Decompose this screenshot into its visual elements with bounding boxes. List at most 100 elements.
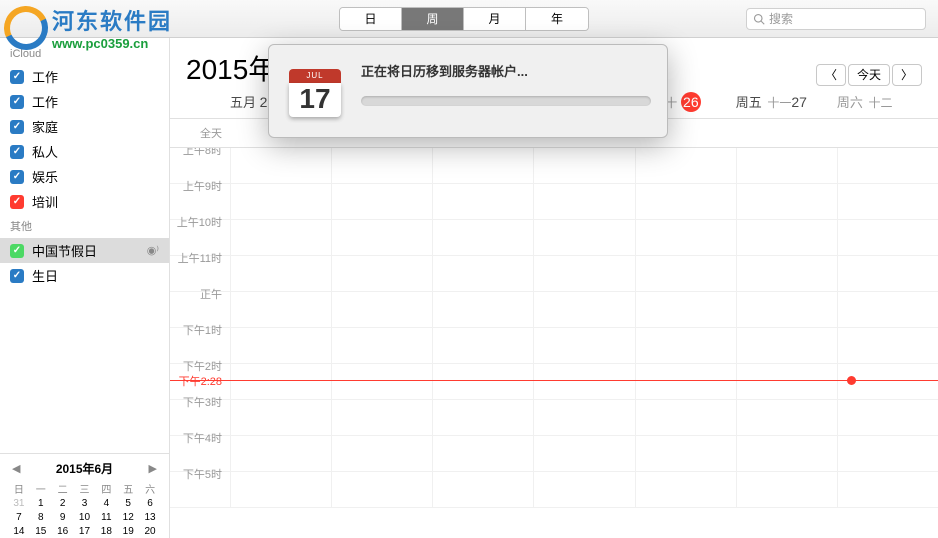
grid-cell[interactable] — [635, 148, 736, 183]
grid-cell[interactable] — [736, 328, 837, 363]
grid-cell[interactable] — [533, 220, 634, 255]
grid-cell[interactable] — [837, 400, 938, 435]
mini-prev-button[interactable]: ◀ — [8, 462, 24, 475]
mini-day[interactable]: 3 — [74, 497, 96, 510]
grid-cell[interactable] — [837, 148, 938, 183]
search-input[interactable]: 搜索 — [746, 8, 926, 30]
grid-cell[interactable] — [736, 292, 837, 327]
calendar-item[interactable]: ✓家庭 — [0, 114, 169, 139]
mini-day[interactable]: 13 — [139, 511, 161, 524]
grid-cell[interactable] — [736, 364, 837, 399]
grid-cell[interactable] — [331, 220, 432, 255]
week-grid[interactable]: 上午8时上午9时上午10时上午11时正午下午1时下午2时下午3时下午4时下午5时… — [170, 148, 938, 538]
grid-cell[interactable] — [837, 256, 938, 291]
grid-cell[interactable] — [837, 436, 938, 471]
mini-day[interactable]: 19 — [117, 525, 139, 538]
grid-cell[interactable] — [331, 364, 432, 399]
grid-cell[interactable] — [736, 184, 837, 219]
grid-cell[interactable] — [331, 328, 432, 363]
grid-cell[interactable] — [533, 328, 634, 363]
checkbox-icon[interactable]: ✓ — [10, 269, 24, 283]
grid-cell[interactable] — [230, 436, 331, 471]
mini-day[interactable]: 6 — [139, 497, 161, 510]
grid-cell[interactable] — [635, 400, 736, 435]
mini-day[interactable]: 5 — [117, 497, 139, 510]
mini-day[interactable]: 1 — [30, 497, 52, 510]
next-week-button[interactable]: 〉 — [892, 64, 922, 86]
checkbox-icon[interactable]: ✓ — [10, 120, 24, 134]
view-month-button[interactable]: 月 — [464, 8, 526, 30]
grid-cell[interactable] — [736, 256, 837, 291]
calendar-item[interactable]: ✓中国节假日◉⁾ — [0, 238, 169, 263]
mini-day[interactable]: 4 — [95, 497, 117, 510]
grid-cell[interactable] — [635, 256, 736, 291]
mini-day[interactable]: 20 — [139, 525, 161, 538]
grid-cell[interactable] — [230, 400, 331, 435]
grid-cell[interactable] — [533, 400, 634, 435]
grid-cell[interactable] — [736, 148, 837, 183]
grid-cell[interactable] — [230, 292, 331, 327]
grid-cell[interactable] — [736, 400, 837, 435]
mini-day[interactable]: 9 — [52, 511, 74, 524]
view-day-button[interactable]: 日 — [340, 8, 402, 30]
grid-cell[interactable] — [533, 184, 634, 219]
grid-cell[interactable] — [837, 472, 938, 507]
grid-cell[interactable] — [837, 292, 938, 327]
grid-cell[interactable] — [331, 292, 432, 327]
grid-cell[interactable] — [432, 364, 533, 399]
mini-day[interactable]: 18 — [95, 525, 117, 538]
mini-day[interactable]: 11 — [95, 511, 117, 524]
grid-cell[interactable] — [432, 436, 533, 471]
mini-day[interactable]: 7 — [8, 511, 30, 524]
grid-cell[interactable] — [432, 328, 533, 363]
mini-day[interactable]: 16 — [52, 525, 74, 538]
grid-cell[interactable] — [533, 256, 634, 291]
mini-day[interactable]: 17 — [74, 525, 96, 538]
checkbox-icon[interactable]: ✓ — [10, 244, 24, 258]
grid-cell[interactable] — [533, 364, 634, 399]
grid-cell[interactable] — [635, 184, 736, 219]
grid-cell[interactable] — [736, 220, 837, 255]
grid-cell[interactable] — [533, 436, 634, 471]
checkbox-icon[interactable]: ✓ — [10, 145, 24, 159]
prev-week-button[interactable]: 〈 — [816, 64, 846, 86]
grid-cell[interactable] — [230, 220, 331, 255]
grid-cell[interactable] — [432, 184, 533, 219]
grid-cell[interactable] — [230, 364, 331, 399]
grid-cell[interactable] — [331, 184, 432, 219]
grid-cell[interactable] — [432, 148, 533, 183]
grid-cell[interactable] — [331, 472, 432, 507]
grid-cell[interactable] — [635, 292, 736, 327]
calendar-item[interactable]: ✓娱乐 — [0, 164, 169, 189]
checkbox-icon[interactable]: ✓ — [10, 195, 24, 209]
view-week-button[interactable]: 周 — [402, 8, 464, 30]
mini-day[interactable]: 31 — [8, 497, 30, 510]
grid-cell[interactable] — [230, 472, 331, 507]
mini-day[interactable]: 10 — [74, 511, 96, 524]
grid-cell[interactable] — [432, 472, 533, 507]
grid-cell[interactable] — [736, 436, 837, 471]
calendar-item[interactable]: ✓培训 — [0, 189, 169, 214]
today-button[interactable]: 今天 — [848, 64, 890, 86]
grid-cell[interactable] — [837, 220, 938, 255]
grid-cell[interactable] — [230, 256, 331, 291]
grid-cell[interactable] — [533, 292, 634, 327]
grid-cell[interactable] — [635, 220, 736, 255]
mini-day[interactable]: 15 — [30, 525, 52, 538]
grid-cell[interactable] — [432, 400, 533, 435]
mini-day[interactable]: 12 — [117, 511, 139, 524]
calendar-item[interactable]: ✓私人 — [0, 139, 169, 164]
grid-cell[interactable] — [635, 364, 736, 399]
grid-cell[interactable] — [635, 472, 736, 507]
grid-cell[interactable] — [432, 256, 533, 291]
grid-cell[interactable] — [230, 184, 331, 219]
checkbox-icon[interactable]: ✓ — [10, 170, 24, 184]
grid-cell[interactable] — [635, 328, 736, 363]
grid-cell[interactable] — [230, 148, 331, 183]
grid-cell[interactable] — [533, 472, 634, 507]
grid-cell[interactable] — [736, 472, 837, 507]
grid-cell[interactable] — [635, 436, 736, 471]
grid-cell[interactable] — [331, 148, 432, 183]
grid-cell[interactable] — [230, 328, 331, 363]
mini-day[interactable]: 2 — [52, 497, 74, 510]
